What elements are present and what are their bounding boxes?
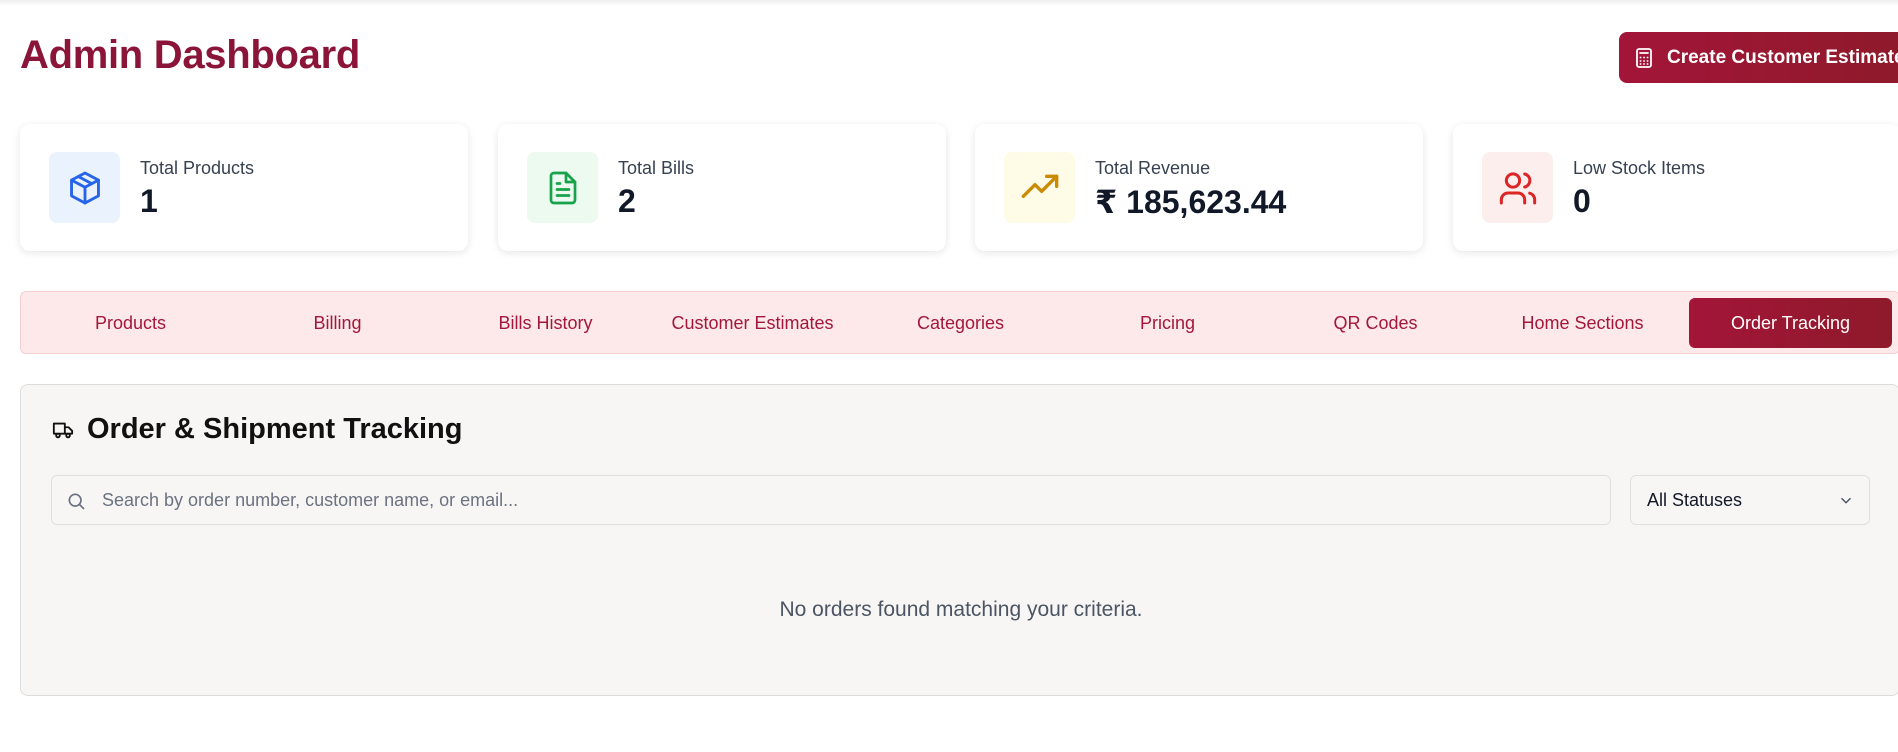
order-tracking-panel: Order & Shipment Tracking All Statuses N… bbox=[20, 384, 1898, 696]
calculator-icon bbox=[1636, 47, 1652, 68]
page-title: Admin Dashboard bbox=[20, 33, 360, 77]
trending-up-icon-container bbox=[1004, 152, 1075, 223]
tab-qr-codes[interactable]: QR Codes bbox=[1274, 298, 1477, 348]
users-icon-container bbox=[1482, 152, 1553, 223]
status-filter-select[interactable]: All Statuses bbox=[1630, 475, 1870, 525]
stat-value: ₹ 185,623.44 bbox=[1095, 184, 1287, 220]
panel-header: Order & Shipment Tracking bbox=[51, 413, 462, 446]
stat-value: 2 bbox=[618, 183, 636, 219]
top-bar-shadow bbox=[0, 0, 1898, 6]
trending-up-icon bbox=[1021, 174, 1058, 198]
box-icon bbox=[69, 171, 100, 204]
stat-card-low-stock-items: Low Stock Items 0 bbox=[1453, 124, 1898, 251]
tab-order-tracking[interactable]: Order Tracking bbox=[1689, 298, 1892, 348]
empty-state-message: No orders found matching your criteria. bbox=[779, 598, 1143, 621]
chevron-down-icon bbox=[1841, 497, 1851, 504]
stat-label: Low Stock Items bbox=[1573, 158, 1706, 178]
order-search-box bbox=[51, 475, 1611, 525]
create-customer-estimate-button[interactable]: Create Customer Estimate bbox=[1619, 32, 1898, 83]
truck-icon bbox=[52, 422, 74, 438]
search-icon bbox=[68, 493, 85, 510]
users-icon bbox=[1499, 171, 1536, 204]
admin-dashboard-page: Admin Dashboard Create Customer Estimate bbox=[0, 0, 1898, 752]
create-customer-estimate-label: Create Customer Estimate bbox=[1667, 46, 1898, 68]
panel-title: Order & Shipment Tracking bbox=[87, 413, 463, 445]
tab-bills-history[interactable]: Bills History bbox=[444, 298, 647, 348]
stat-card-total-revenue: Total Revenue ₹ 185,623.44 bbox=[975, 124, 1423, 251]
stat-card-total-bills: Total Bills 2 bbox=[498, 124, 946, 251]
stat-card-total-products: Total Products 1 bbox=[20, 124, 468, 251]
stat-value: 1 bbox=[140, 183, 158, 219]
tab-customer-estimates[interactable]: Customer Estimates bbox=[651, 298, 854, 348]
file-text-icon bbox=[549, 171, 576, 204]
tab-categories[interactable]: Categories bbox=[859, 298, 1062, 348]
tab-billing[interactable]: Billing bbox=[236, 298, 439, 348]
tab-products[interactable]: Products bbox=[29, 298, 232, 348]
admin-tab-bar: Products Billing Bills History Customer … bbox=[20, 291, 1898, 354]
box-icon-container bbox=[49, 152, 120, 223]
tab-home-sections[interactable]: Home Sections bbox=[1481, 298, 1684, 348]
stat-label: Total Products bbox=[140, 158, 255, 178]
order-search-input[interactable] bbox=[102, 476, 1602, 524]
file-text-icon-container bbox=[527, 152, 598, 223]
tab-pricing[interactable]: Pricing bbox=[1066, 298, 1269, 348]
status-filter-value: All Statuses bbox=[1647, 489, 1743, 510]
stat-label: Total Bills bbox=[618, 158, 695, 178]
stat-value: 0 bbox=[1573, 183, 1591, 219]
stat-label: Total Revenue bbox=[1095, 158, 1211, 178]
